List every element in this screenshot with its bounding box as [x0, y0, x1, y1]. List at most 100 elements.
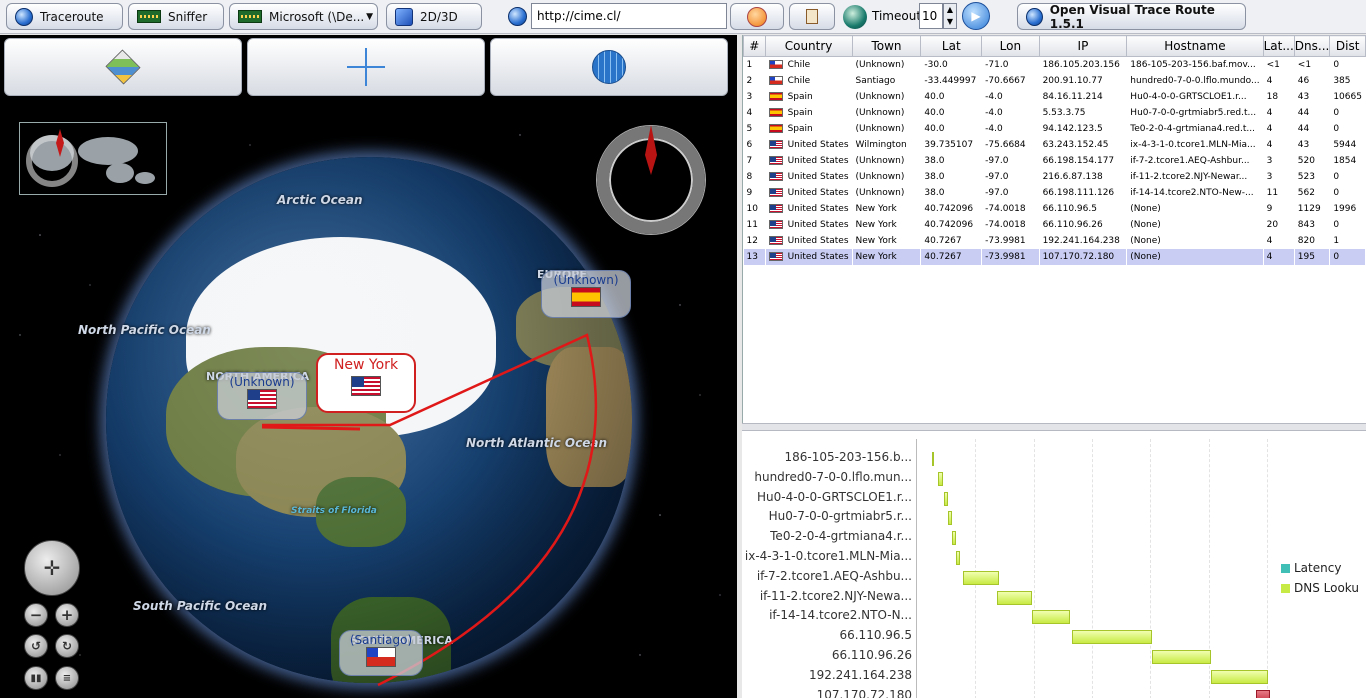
grid-line — [1092, 439, 1093, 698]
chart-bar[interactable] — [952, 531, 957, 546]
timeout-spinner[interactable]: ▲ ▼ — [943, 3, 957, 29]
chart-bar[interactable] — [997, 590, 1032, 605]
timeout-input[interactable] — [919, 3, 943, 29]
grid-line — [975, 439, 977, 698]
table-row[interactable]: 12 United States New York 40.7267 -73.9981 19… — [743, 232, 1366, 249]
spinner-up-icon[interactable]: ▲ — [944, 4, 956, 16]
interface-select[interactable]: Microsoft (\De... ▼ — [229, 3, 378, 30]
chart-category-label: 107.170.72.180 — [816, 687, 912, 698]
split-pane-divider[interactable] — [742, 423, 1366, 431]
app-title: Open Visual Trace Route 1.5.1 — [1049, 2, 1215, 31]
table-cell-n: 7 — [743, 152, 766, 169]
go-button[interactable] — [730, 3, 784, 30]
chart-category-label: Hu0-4-0-0-GRTSCLOE1.r... — [756, 489, 912, 504]
table-cell-lon: -4.0 — [981, 104, 1040, 121]
table-cell-lat: 38.0 — [920, 152, 983, 169]
chart-category-label: 66.110.96.5 — [839, 628, 912, 643]
table-row[interactable]: 8 United States (Unknown) 38.0 -97.0 216.6.87… — [743, 168, 1366, 185]
hop-callout-spain[interactable]: (Unknown) — [541, 270, 631, 318]
table-cell-n: 3 — [743, 88, 766, 105]
table-cell-ip: 216.6.87.138 — [1039, 168, 1128, 185]
rotate-left-button[interactable]: ↺ — [24, 634, 48, 658]
table-row[interactable]: 6 United States Wilmington 39.735107 -75.668… — [743, 136, 1366, 153]
table-cell-dns: 43 — [1294, 136, 1331, 153]
zoom-out-button[interactable]: − — [24, 603, 48, 627]
column-header[interactable]: Lat — [920, 35, 983, 57]
chart-bar[interactable] — [938, 471, 944, 486]
table-cell-country: Spain — [765, 88, 853, 105]
clear-button[interactable] — [789, 3, 835, 30]
tilt-button[interactable]: ▮▮ — [24, 666, 48, 690]
table-row[interactable]: 13 United States New York 40.7267 -73.9981 10… — [743, 248, 1366, 265]
hop-callout-santiago[interactable]: (Santiago) — [339, 630, 423, 676]
table-cell-latency: <1 — [1263, 56, 1295, 73]
column-header[interactable]: Dist — [1329, 35, 1366, 57]
table-cell-ip: 107.170.72.180 — [1039, 248, 1128, 265]
table-row[interactable]: 5 Spain (Unknown) 40.0 -4.0 94.142.123.5 Te0-2… — [743, 120, 1366, 137]
chart-bar[interactable] — [1210, 669, 1268, 684]
spinner-down-icon[interactable]: ▼ — [944, 16, 956, 28]
column-header[interactable]: IP — [1038, 35, 1128, 57]
column-header[interactable]: Hostname — [1126, 35, 1264, 57]
table-row[interactable]: 2 Chile Santiago -33.449997 -70.6667 200.91.1… — [743, 72, 1366, 89]
hop-callout-new-york[interactable]: New York — [316, 353, 416, 413]
table-cell-ip: 66.198.154.177 — [1039, 152, 1128, 169]
settings-button[interactable] — [840, 3, 870, 30]
table-cell-lat: 40.742096 — [920, 200, 983, 217]
table-cell-dns: 46 — [1294, 72, 1331, 89]
start-trace-button[interactable]: ▶ — [962, 2, 990, 30]
table-cell-town: New York — [852, 248, 922, 265]
chart-bar[interactable] — [932, 452, 935, 466]
sniffer-button[interactable]: Sniffer — [128, 3, 224, 30]
table-cell-town: Santiago — [852, 72, 922, 89]
us-flag-icon — [768, 203, 783, 213]
chart-bar[interactable] — [962, 570, 1000, 585]
chart-bar[interactable] — [944, 491, 949, 506]
chart-bar[interactable] — [1151, 650, 1211, 664]
column-header[interactable]: # — [743, 35, 766, 57]
table-row[interactable]: 1 Chile (Unknown) -30.0 -71.0 186.105.203.156… — [743, 56, 1366, 73]
table-row[interactable]: 4 Spain (Unknown) 40.0 -4.0 5.53.3.75 Hu0-7-0-… — [743, 104, 1366, 121]
traceroute-label: Traceroute — [40, 9, 104, 24]
table-row[interactable]: 9 United States (Unknown) 38.0 -97.0 66.198.1… — [743, 184, 1366, 201]
column-header[interactable]: Lat... — [1262, 35, 1295, 57]
table-row[interactable]: 3 Spain (Unknown) 40.0 -4.0 84.16.11.214 Hu0-4… — [743, 88, 1366, 105]
column-header[interactable]: Country — [764, 35, 853, 57]
table-cell-lat: 38.0 — [920, 184, 983, 201]
pan-control[interactable]: ✛ — [24, 540, 80, 596]
globe-map-view[interactable]: Arctic Ocean North Pacific Ocean North A… — [0, 35, 737, 698]
chart-bar[interactable] — [1031, 610, 1071, 625]
rotate-right-button[interactable]: ↻ — [55, 634, 79, 658]
table-header-row: # Country Town Lat Lon IP Hostname Lat... Dns...… — [743, 35, 1366, 57]
view-2d3d-toggle[interactable]: 2D/3D — [386, 3, 482, 30]
table-cell-dist: 0 — [1329, 248, 1366, 265]
reset-view-button[interactable]: ≡ — [55, 666, 79, 690]
chart-bar[interactable] — [1072, 630, 1152, 645]
chart-bar[interactable] — [1255, 689, 1270, 698]
url-input[interactable] — [531, 3, 727, 29]
spain-flag-icon — [768, 91, 783, 101]
table-cell-country: Spain — [765, 120, 853, 137]
chart-bar[interactable] — [956, 551, 961, 565]
table-cell-latency: 9 — [1263, 200, 1295, 217]
column-header[interactable]: Town — [851, 35, 922, 57]
traceroute-button[interactable]: Traceroute — [6, 3, 123, 30]
table-cell-host: Te0-2-0-4-grtmiana4.red.t... — [1126, 120, 1264, 137]
table-cell-country: United States — [765, 152, 853, 169]
table-row[interactable]: 11 United States New York 40.742096 -74.0018… — [743, 216, 1366, 233]
chart-category-label: ix-4-3-1-0.tcore1.MLN-Mia... — [744, 549, 912, 563]
table-row[interactable]: 10 United States New York 40.742096 -74.0018… — [743, 200, 1366, 217]
country-name: United States — [787, 187, 849, 198]
table-cell-lon: -74.0018 — [981, 200, 1040, 217]
zoom-in-button[interactable]: + — [55, 603, 79, 627]
main-toolbar: Traceroute Sniffer Microsoft (\De... ▼ 2… — [0, 0, 1366, 34]
table-cell-town: New York — [852, 216, 922, 233]
column-header[interactable]: Dns... — [1293, 35, 1331, 57]
column-header[interactable]: Lon — [981, 35, 1040, 57]
table-row[interactable]: 7 United States (Unknown) 38.0 -97.0 66.198.1… — [743, 152, 1366, 169]
about-button[interactable]: Open Visual Trace Route 1.5.1 — [1017, 2, 1246, 31]
tilt-icon: ▮▮ — [30, 672, 42, 684]
table-cell-host: (None) — [1126, 200, 1264, 217]
hop-callout-us[interactable]: (Unknown) — [217, 372, 307, 420]
chart-bar[interactable] — [948, 511, 953, 526]
